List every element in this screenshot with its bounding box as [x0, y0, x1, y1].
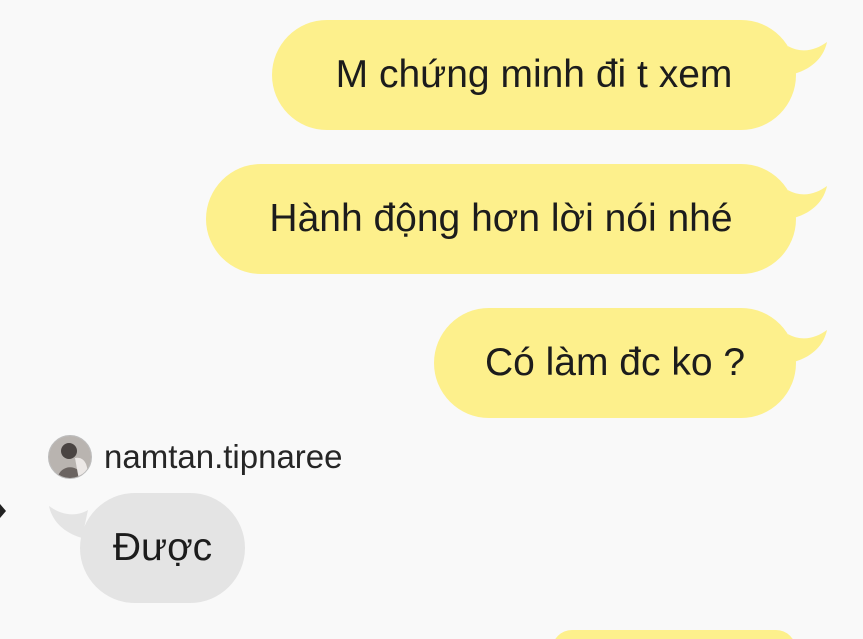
message-text: M chứng minh đi t xem	[335, 53, 733, 96]
outgoing-message-bubble[interactable]: Có làm đc ko ?	[434, 308, 796, 418]
message-text: Được	[112, 526, 213, 569]
incoming-message-bubble[interactable]: Được	[80, 493, 245, 603]
avatar[interactable]	[48, 435, 92, 479]
chevron-right-icon	[0, 502, 8, 520]
message-text: Hành động hơn lời nói nhé	[269, 197, 733, 240]
outgoing-message-bubble-partial[interactable]	[552, 630, 796, 639]
bubble-tail-icon	[788, 330, 828, 364]
chat-thread: M chứng minh đi t xem Hành động hơn lời …	[0, 0, 863, 639]
message-text: Có làm đc ko ?	[484, 341, 746, 384]
sender-header: namtan.tipnaree	[48, 434, 343, 480]
bubble-tail-icon	[788, 42, 828, 76]
bubble-tail-icon	[788, 186, 828, 220]
outgoing-message-bubble[interactable]: M chứng minh đi t xem	[272, 20, 796, 130]
sender-username[interactable]: namtan.tipnaree	[104, 438, 343, 476]
outgoing-message-bubble[interactable]: Hành động hơn lời nói nhé	[206, 164, 796, 274]
